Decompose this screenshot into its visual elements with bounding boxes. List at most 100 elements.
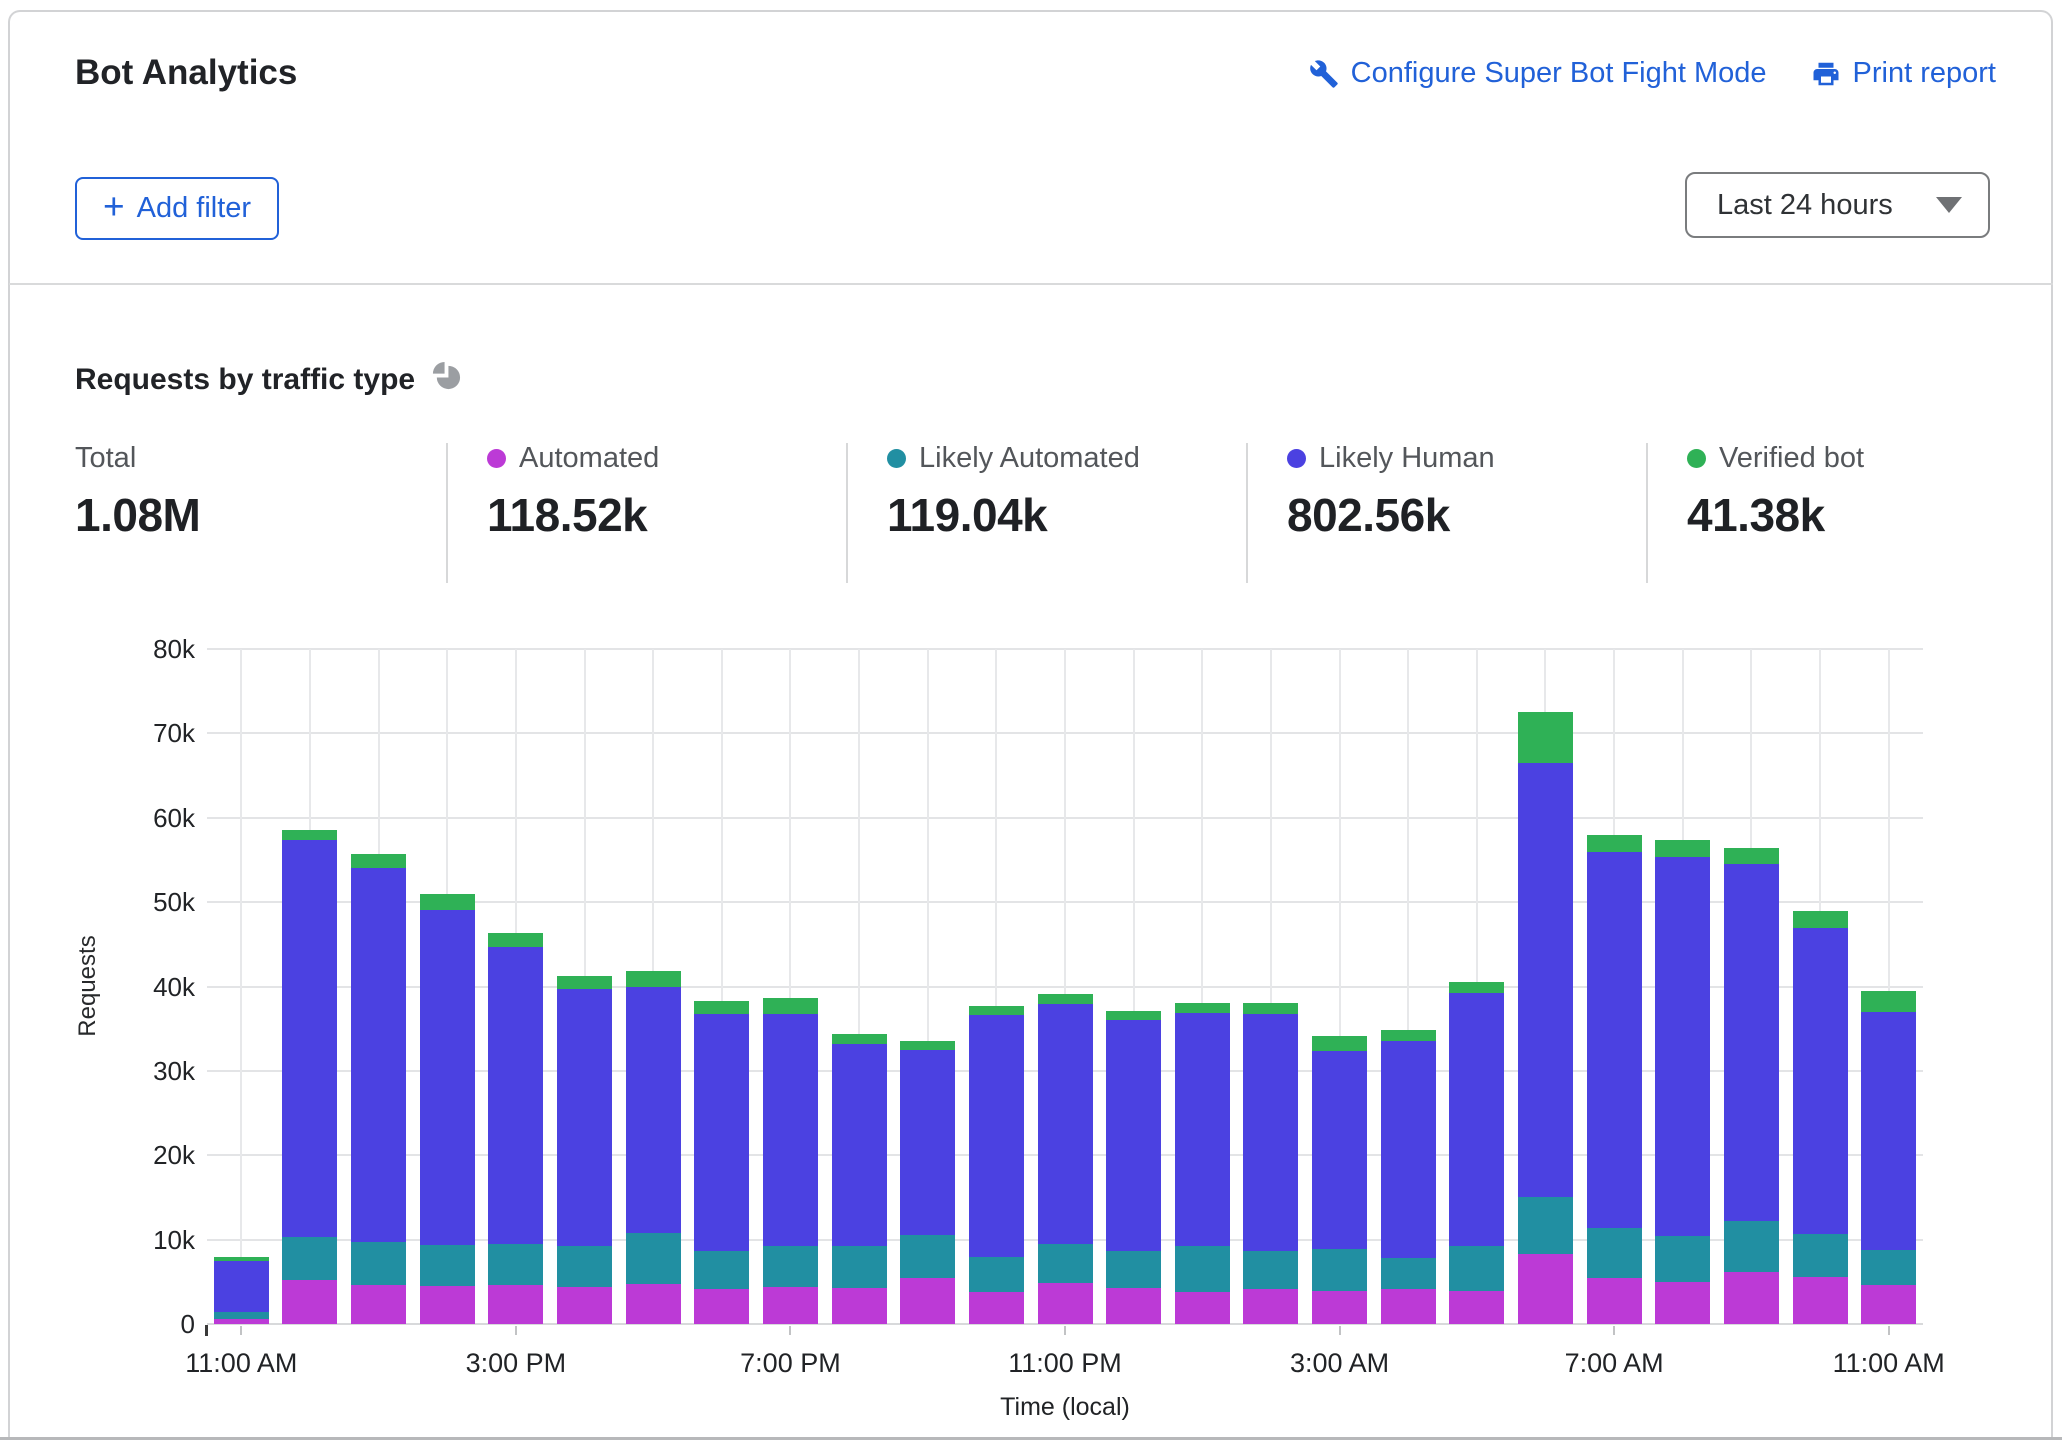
bar-segment-automated[interactable] [1518, 1254, 1573, 1324]
bar-segment-automated[interactable] [832, 1288, 887, 1324]
bar-segment-likely-automated[interactable] [1106, 1251, 1161, 1288]
bar-segment-likely-human[interactable] [1449, 993, 1504, 1246]
bar-segment-verified-bot[interactable] [1312, 1036, 1367, 1051]
bar-segment-verified-bot[interactable] [1587, 835, 1642, 852]
bar-segment-likely-automated[interactable] [488, 1244, 543, 1285]
bar-segment-automated[interactable] [694, 1289, 749, 1324]
bar-segment-likely-human[interactable] [1655, 857, 1710, 1236]
bar-segment-verified-bot[interactable] [694, 1001, 749, 1014]
bar-segment-automated[interactable] [1449, 1291, 1504, 1324]
bar-segment-likely-automated[interactable] [1793, 1234, 1848, 1277]
bar-segment-automated[interactable] [214, 1319, 269, 1324]
bar-segment-likely-automated[interactable] [1449, 1246, 1504, 1291]
bar-segment-likely-automated[interactable] [282, 1237, 337, 1280]
bar-segment-verified-bot[interactable] [1655, 840, 1710, 858]
bar-segment-automated[interactable] [282, 1280, 337, 1324]
bar-segment-likely-human[interactable] [557, 989, 612, 1246]
bar-segment-verified-bot[interactable] [969, 1006, 1024, 1015]
bar-segment-likely-automated[interactable] [1518, 1197, 1573, 1254]
bar-segment-likely-automated[interactable] [1861, 1250, 1916, 1285]
bar-segment-verified-bot[interactable] [282, 830, 337, 840]
bar-segment-verified-bot[interactable] [900, 1041, 955, 1049]
bar-segment-automated[interactable] [351, 1285, 406, 1324]
bar-segment-likely-automated[interactable] [420, 1245, 475, 1286]
configure-super-bot-fight-mode-link[interactable]: Configure Super Bot Fight Mode [1309, 57, 1767, 90]
bar-segment-likely-automated[interactable] [763, 1246, 818, 1287]
bar-segment-likely-human[interactable] [1106, 1020, 1161, 1250]
bar-segment-verified-bot[interactable] [1038, 994, 1093, 1004]
bar-segment-likely-automated[interactable] [626, 1233, 681, 1284]
bar-segment-likely-human[interactable] [1793, 928, 1848, 1233]
bar-segment-automated[interactable] [1861, 1285, 1916, 1324]
bar-segment-automated[interactable] [488, 1285, 543, 1324]
bar-segment-automated[interactable] [1175, 1292, 1230, 1324]
bar-segment-automated[interactable] [1381, 1289, 1436, 1324]
bar-segment-automated[interactable] [557, 1287, 612, 1324]
bar-segment-verified-bot[interactable] [1518, 712, 1573, 763]
bar-segment-automated[interactable] [969, 1292, 1024, 1324]
print-report-link[interactable]: Print report [1811, 57, 1996, 90]
bar-segment-automated[interactable] [763, 1287, 818, 1324]
bar-segment-verified-bot[interactable] [1793, 911, 1848, 929]
bar-segment-verified-bot[interactable] [488, 933, 543, 947]
bar-segment-verified-bot[interactable] [1861, 991, 1916, 1012]
bar-segment-likely-human[interactable] [351, 868, 406, 1243]
bar-segment-automated[interactable] [900, 1278, 955, 1324]
bar-segment-likely-automated[interactable] [1587, 1228, 1642, 1279]
bar-segment-likely-human[interactable] [1587, 852, 1642, 1228]
bar-segment-likely-human[interactable] [969, 1015, 1024, 1256]
add-filter-button[interactable]: + Add filter [75, 177, 279, 240]
time-range-dropdown[interactable]: Last 24 hours [1685, 172, 1990, 238]
bar-segment-likely-human[interactable] [420, 910, 475, 1245]
bar-segment-likely-human[interactable] [282, 840, 337, 1237]
bar-segment-likely-automated[interactable] [1038, 1244, 1093, 1283]
bar-segment-likely-human[interactable] [626, 987, 681, 1233]
bar-segment-likely-human[interactable] [1381, 1041, 1436, 1258]
bar-segment-likely-automated[interactable] [1655, 1236, 1710, 1282]
bar-segment-verified-bot[interactable] [351, 854, 406, 868]
bar-segment-automated[interactable] [420, 1286, 475, 1324]
bar-segment-likely-human[interactable] [900, 1050, 955, 1236]
bar-segment-verified-bot[interactable] [420, 894, 475, 910]
bar-segment-likely-automated[interactable] [1175, 1246, 1230, 1292]
bar-segment-likely-automated[interactable] [694, 1251, 749, 1290]
bar-segment-likely-human[interactable] [1861, 1012, 1916, 1250]
bar-segment-automated[interactable] [1724, 1272, 1779, 1324]
bar-segment-verified-bot[interactable] [1381, 1030, 1436, 1041]
bar-segment-verified-bot[interactable] [557, 976, 612, 989]
bar-segment-likely-automated[interactable] [1243, 1251, 1298, 1290]
bar-segment-likely-automated[interactable] [1381, 1258, 1436, 1289]
bar-segment-likely-automated[interactable] [1724, 1221, 1779, 1272]
bar-segment-likely-automated[interactable] [214, 1312, 269, 1319]
bar-segment-verified-bot[interactable] [1106, 1011, 1161, 1020]
bar-segment-likely-human[interactable] [1518, 763, 1573, 1197]
bar-segment-verified-bot[interactable] [1243, 1003, 1298, 1013]
bar-segment-likely-automated[interactable] [1312, 1249, 1367, 1291]
bar-segment-likely-automated[interactable] [832, 1246, 887, 1287]
bar-segment-likely-human[interactable] [214, 1261, 269, 1312]
bar-segment-automated[interactable] [1038, 1283, 1093, 1324]
bar-segment-verified-bot[interactable] [1724, 848, 1779, 864]
bar-segment-automated[interactable] [1106, 1288, 1161, 1324]
bar-segment-automated[interactable] [1243, 1289, 1298, 1324]
bar-segment-likely-automated[interactable] [351, 1242, 406, 1285]
bar-segment-likely-human[interactable] [1724, 864, 1779, 1221]
bar-segment-automated[interactable] [1793, 1277, 1848, 1324]
bar-segment-likely-human[interactable] [763, 1014, 818, 1246]
bar-segment-verified-bot[interactable] [763, 998, 818, 1013]
bar-segment-likely-automated[interactable] [900, 1235, 955, 1278]
bar-segment-verified-bot[interactable] [1449, 982, 1504, 993]
bar-segment-verified-bot[interactable] [626, 971, 681, 986]
bar-segment-verified-bot[interactable] [214, 1257, 269, 1261]
bar-segment-likely-automated[interactable] [969, 1257, 1024, 1292]
bar-segment-automated[interactable] [1312, 1291, 1367, 1324]
bar-segment-likely-human[interactable] [694, 1014, 749, 1251]
bar-segment-likely-human[interactable] [1312, 1051, 1367, 1248]
bar-segment-likely-human[interactable] [1243, 1014, 1298, 1251]
bar-segment-likely-human[interactable] [1038, 1004, 1093, 1244]
bar-segment-automated[interactable] [1587, 1278, 1642, 1324]
bar-segment-verified-bot[interactable] [832, 1034, 887, 1044]
bar-segment-likely-human[interactable] [488, 947, 543, 1244]
bar-segment-likely-automated[interactable] [557, 1246, 612, 1287]
bar-segment-verified-bot[interactable] [1175, 1003, 1230, 1012]
